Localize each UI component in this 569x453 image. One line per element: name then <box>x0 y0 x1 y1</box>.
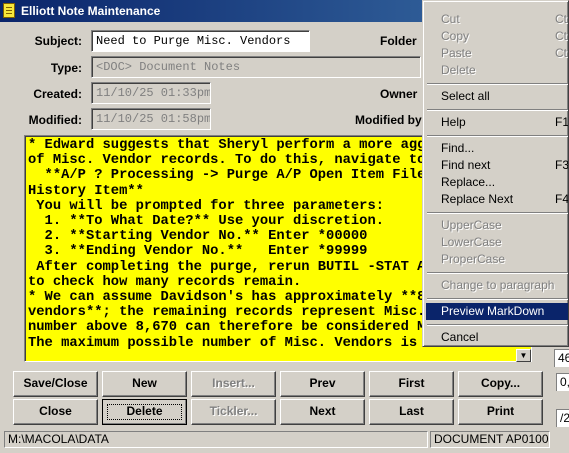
delete-button[interactable]: Delete <box>102 399 187 425</box>
print-button[interactable]: Print <box>458 399 543 425</box>
menu-item-help[interactable]: Help F1 <box>426 114 568 131</box>
menu-item-delete[interactable]: Delete <box>426 62 568 79</box>
chevron-down-icon: ▼ <box>519 351 528 360</box>
notes-line: 1. **To What Date?** Use your discretion… <box>28 214 385 230</box>
notes-line: of Misc. Vendor records. To do this, nav… <box>28 153 434 169</box>
modified-field: 11/10/25 01:58pm <box>91 108 211 130</box>
type-field: <DOC> Document Notes <box>91 56 421 78</box>
subject-label: Subject: <box>34 34 82 48</box>
last-button[interactable]: Last <box>369 399 454 425</box>
prev-button[interactable]: Prev <box>280 371 365 397</box>
context-menu: CutCtrl CopyCtrl PasteCtrl Delete Select… <box>422 0 569 347</box>
tickler-button[interactable]: Tickler... <box>191 399 276 425</box>
subject-input[interactable]: Need to Purge Misc. Vendors <box>91 30 310 52</box>
notes-line: * We can assume Davidson's has approxima… <box>28 290 442 306</box>
menu-item-paste[interactable]: PasteCtrl <box>426 45 568 62</box>
menu-item-propercase[interactable]: ProperCase <box>426 251 568 268</box>
menu-item-uppercase[interactable]: UpperCase <box>426 217 568 234</box>
folder-label: Folder <box>380 34 417 48</box>
notes-line: 2. **Starting Vendor No.** Enter *00000 <box>28 229 368 245</box>
menu-item-lowercase[interactable]: LowerCase <box>426 234 568 251</box>
notes-line: History Item** <box>28 183 144 199</box>
notes-line: vendors**; the remaining records represe… <box>28 305 442 321</box>
menu-item-cut[interactable]: CutCtrl <box>426 11 568 28</box>
modified-by-label: Modified by <box>355 113 422 127</box>
menu-separator <box>427 109 568 111</box>
menu-separator <box>427 212 568 214</box>
owner-label: Owner <box>380 87 418 101</box>
notes-line: to check how many records remain. <box>28 274 302 290</box>
next-button[interactable]: Next <box>280 399 365 425</box>
close-button[interactable]: Close <box>13 399 98 425</box>
first-button[interactable]: First <box>369 371 454 397</box>
notes-line: number above 8,670 can therefore be cons… <box>28 320 442 336</box>
menu-item-replace-next[interactable]: Replace Next F4 <box>426 191 568 208</box>
menu-item-change-to-paragraph[interactable]: Change to paragraph <box>426 277 568 294</box>
menu-item-preview-markdown[interactable]: Preview MarkDown <box>426 303 568 320</box>
notes-dropdown-button[interactable]: ▼ <box>516 349 531 362</box>
notes-line: **A/P ? Processing -> Purge A/P Open Ite… <box>28 168 442 184</box>
background-window-fragment-c: /20 <box>556 409 569 427</box>
status-path: M:\MACOLA\DATA <box>4 431 428 448</box>
menu-item-select-all[interactable]: Select all <box>426 88 568 105</box>
insert-button[interactable]: Insert... <box>191 371 276 397</box>
background-window-fragment-b: 0, <box>556 373 569 391</box>
menu-separator <box>427 83 568 85</box>
menu-item-cancel[interactable]: Cancel <box>426 329 568 346</box>
background-window-fragment-a: 46 <box>554 349 569 367</box>
save-close-button[interactable]: Save/Close <box>13 371 98 397</box>
created-field: 11/10/25 01:33pm <box>91 82 211 104</box>
notes-line: You will be prompted for three parameter… <box>28 198 385 214</box>
menu-item-copy[interactable]: CopyCtrl <box>426 28 568 45</box>
menu-item-find[interactable]: Find... <box>426 140 568 157</box>
menu-item-replace[interactable]: Replace... <box>426 174 568 191</box>
window-title: Elliott Note Maintenance <box>21 4 161 18</box>
status-document: DOCUMENT AP0100 <box>430 431 550 448</box>
menu-item-find-next[interactable]: Find next F3 <box>426 157 568 174</box>
note-icon <box>3 3 15 18</box>
notes-line: After completing the purge, rerun BUTIL … <box>28 259 442 275</box>
type-label: Type: <box>50 61 82 75</box>
modified-label: Modified: <box>28 113 82 127</box>
notes-line: * Edward suggests that Sheryl perform a … <box>28 138 442 153</box>
notes-text: * Edward suggests that Sheryl perform a … <box>28 138 442 351</box>
menu-separator <box>427 135 568 137</box>
notes-line: The maximum possible number of Misc. Ven… <box>28 335 442 351</box>
menu-separator <box>427 298 568 300</box>
menu-separator <box>427 324 568 326</box>
menu-separator <box>427 272 568 274</box>
notes-line: 3. **Ending Vendor No.** Enter *99999 <box>28 244 368 260</box>
copy-button[interactable]: Copy... <box>458 371 543 397</box>
new-button[interactable]: New <box>102 371 187 397</box>
created-label: Created: <box>33 87 82 101</box>
